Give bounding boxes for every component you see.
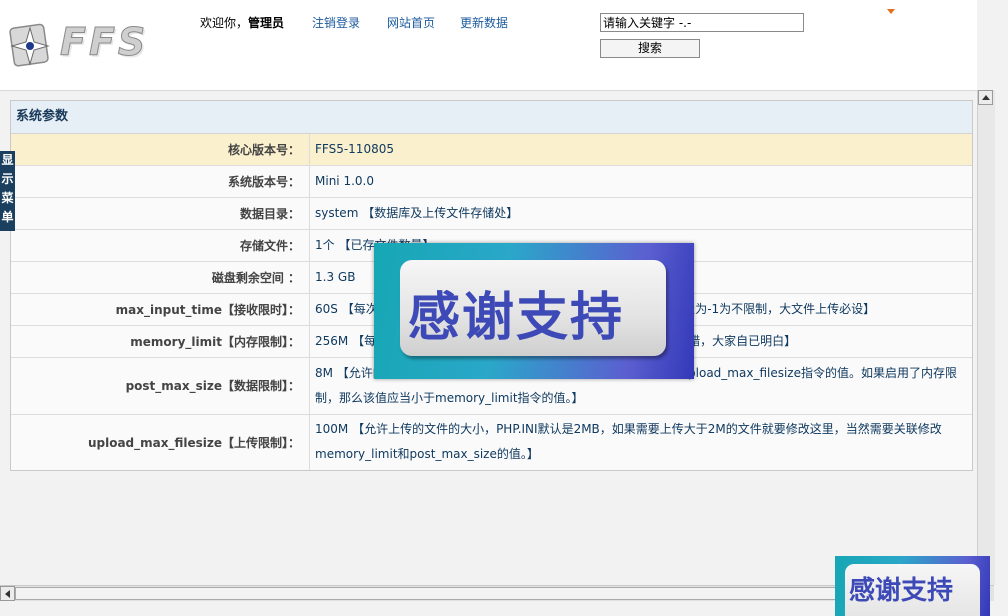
row-label: upload_max_filesize【上传限制】： <box>11 413 310 470</box>
table-row: 系统版本号： Mini 1.0.0 <box>11 164 972 197</box>
promo-text: 感谢支持 <box>408 287 625 348</box>
search-input[interactable] <box>600 13 804 32</box>
promo-corner-plate: 感谢支持 <box>845 564 980 616</box>
thanks-promo-corner[interactable]: 感谢支持 <box>835 556 990 616</box>
welcome-prefix: 欢迎你， <box>200 16 249 30</box>
table-row: 核心版本号： FFS5-110805 <box>11 134 972 165</box>
vertical-scrollbar[interactable] <box>977 90 995 585</box>
row-value: 100M 【允许上传的文件的大小，PHP.INI默认是2MB，如果需要上传大于2… <box>309 413 972 470</box>
row-value: system 【数据库及上传文件存储处】 <box>309 196 972 229</box>
thanks-promo-banner[interactable]: 感谢支持 <box>374 243 694 379</box>
horizontal-scroll-thumb[interactable] <box>15 587 972 600</box>
username: 管理员 <box>248 16 285 30</box>
dropdown-arrow-icon[interactable] <box>887 9 895 14</box>
scroll-up-icon <box>982 95 990 100</box>
row-label: 存储文件： <box>11 228 310 261</box>
promo-corner-text: 感谢支持 <box>849 576 954 606</box>
update-data-link[interactable]: 更新数据 <box>460 14 508 31</box>
logo-text: FFS <box>59 20 149 65</box>
row-value: Mini 1.0.0 <box>309 164 972 197</box>
ffs-logo[interactable]: FFS <box>8 20 173 70</box>
row-label: 核心版本号： <box>11 134 310 165</box>
promo-plate: 感谢支持 <box>400 260 666 356</box>
header: FFS 欢迎你，管理员 注销登录 网站首页 更新数据 搜索 <box>0 0 977 91</box>
logout-link[interactable]: 注销登录 <box>312 14 360 31</box>
table-row: 数据目录： system 【数据库及上传文件存储处】 <box>11 196 972 229</box>
search-button[interactable]: 搜索 <box>600 39 700 58</box>
row-label: 系统版本号： <box>11 164 310 197</box>
show-menu-label: 显示菜单 <box>1 153 14 224</box>
row-label: 磁盘剩余空间 ： <box>11 260 310 293</box>
row-label: 数据目录： <box>11 196 310 229</box>
show-menu-tab[interactable]: 显示菜单 <box>0 151 15 231</box>
row-label: post_max_size【数据限制】： <box>11 356 310 414</box>
ffs-logo-icon <box>9 23 50 67</box>
row-label: max_input_time【接收限时】： <box>11 292 310 325</box>
scroll-up-button[interactable] <box>978 90 993 105</box>
row-value: FFS5-110805 <box>309 134 972 165</box>
table-row: upload_max_filesize【上传限制】： 100M 【允许上传的文件… <box>11 413 972 470</box>
scroll-left-button[interactable] <box>0 586 15 601</box>
welcome-text: 欢迎你，管理员 <box>200 14 284 31</box>
row-label: memory_limit【内存限制】： <box>11 324 310 357</box>
scroll-left-icon <box>5 590 10 598</box>
panel-title: 系统参数 <box>11 101 972 134</box>
home-link[interactable]: 网站首页 <box>387 14 435 31</box>
